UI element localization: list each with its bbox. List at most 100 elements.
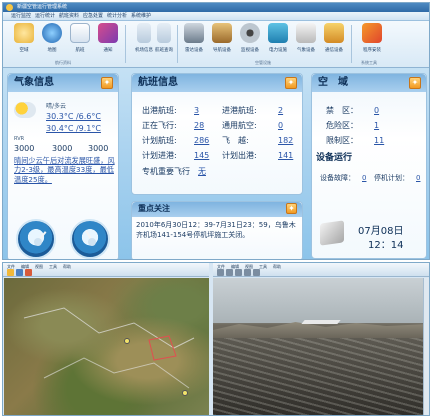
- airport-marker[interactable]: [124, 338, 130, 344]
- ribbon-button-power[interactable]: 电力设施: [265, 21, 291, 61]
- settings-icon[interactable]: ✦: [409, 77, 421, 89]
- flight-label: 出港航班:: [142, 106, 177, 115]
- ribbon-label: 通知: [103, 48, 113, 53]
- separator: [351, 25, 352, 63]
- satellite-map-view[interactable]: [4, 278, 209, 415]
- airspace-value[interactable]: 11: [374, 136, 384, 146]
- ribbon-toolbar: 空域 地图 航班 通知 航行资料 机场信息 航班查询 雷达设备 导航设备 监视设…: [3, 21, 429, 68]
- left-map-toolbar: 文件 编辑 视图 工具 帮助: [3, 263, 209, 277]
- panel-header: 航班信息 ✦: [132, 74, 302, 92]
- gauge-dial: [70, 219, 110, 259]
- settings-icon[interactable]: ✦: [285, 77, 297, 89]
- flight-value[interactable]: 0: [278, 121, 283, 131]
- menu-item[interactable]: 运行监控: [11, 12, 31, 21]
- plan-value[interactable]: 0: [416, 173, 420, 183]
- temp-line-2[interactable]: 30.4°C /9.1°C: [46, 124, 101, 134]
- flight-label: 进港航班:: [222, 106, 257, 115]
- layer-icon[interactable]: [25, 269, 32, 276]
- package-icon: [362, 23, 382, 43]
- flight-label: 计划航班:: [142, 136, 177, 145]
- ribbon-button-airspace[interactable]: 空域: [11, 21, 37, 61]
- ribbon-button-surveillance[interactable]: 监视设备: [237, 21, 263, 61]
- group-label: 空管设施: [255, 60, 271, 65]
- menu-item[interactable]: 运行统计: [35, 12, 55, 21]
- menu-item[interactable]: 帮助: [63, 263, 71, 271]
- 3d-terrain-view[interactable]: [213, 278, 429, 415]
- document-icon: [70, 23, 90, 43]
- flight-value[interactable]: 286: [194, 136, 209, 146]
- rotate-icon[interactable]: [244, 269, 251, 276]
- measure-icon[interactable]: [253, 269, 260, 276]
- ribbon-button-install[interactable]: 程序安装: [359, 21, 385, 61]
- menu-item[interactable]: 视图: [35, 263, 43, 271]
- title-bar: 新疆空管运行管理系统: [3, 3, 429, 12]
- sky-area: [213, 278, 429, 323]
- app-icon: [6, 4, 13, 11]
- globe-icon: [42, 23, 62, 43]
- gauge-dial: [16, 219, 56, 259]
- zoom-out-icon[interactable]: [226, 269, 233, 276]
- compass-icon: [14, 23, 34, 43]
- camera-icon: [212, 23, 232, 43]
- vip-flight-value[interactable]: 无: [198, 167, 206, 177]
- date-display: 07月08日: [358, 226, 404, 237]
- menu-item[interactable]: 航班资料: [59, 12, 79, 21]
- airspace-label: 禁 区：: [326, 106, 358, 115]
- ribbon-button-radar[interactable]: 雷达设备: [181, 21, 207, 61]
- menu-item[interactable]: 统计分析: [107, 12, 127, 21]
- zoom-in-icon[interactable]: [217, 269, 224, 276]
- plan-label: 停机计划：: [374, 174, 409, 182]
- scrollbar[interactable]: [423, 278, 429, 415]
- ribbon-label: 航班查询: [155, 48, 173, 53]
- ribbon-button-comm[interactable]: 通信设备: [321, 21, 347, 61]
- flight-value[interactable]: 141: [278, 151, 293, 161]
- panel-title: 重点关注: [138, 204, 170, 213]
- flight-value[interactable]: 182: [278, 136, 293, 146]
- window-title: 新疆空管运行管理系统: [17, 4, 68, 10]
- menu-item[interactable]: 工具: [49, 263, 57, 271]
- flight-value[interactable]: 28: [194, 121, 204, 131]
- airspace-panel: 空 域 ✦ 禁 区： 0 危险区： 1 限制区： 11 设备运行 设备故障： 0…: [311, 73, 427, 259]
- settings-icon[interactable]: ✦: [286, 203, 297, 214]
- forecast-text[interactable]: 晴间少云午后对流发展旺盛，风力2-3级，最高温度33度，最低温度25度。: [14, 156, 116, 196]
- runway-marker: [301, 320, 341, 324]
- fault-value[interactable]: 0: [362, 173, 366, 183]
- separator: [177, 25, 178, 63]
- ribbon-button-notice[interactable]: 通知: [95, 21, 121, 61]
- separator: [125, 25, 126, 63]
- ribbon-button-flight-query[interactable]: 航班查询: [151, 21, 177, 61]
- airspace-value[interactable]: 0: [374, 106, 379, 116]
- flight-value[interactable]: 2: [278, 106, 283, 116]
- panel-header: 气象信息 ✦: [8, 74, 118, 92]
- ribbon-button-nav[interactable]: 导航设备: [209, 21, 235, 61]
- menu-item[interactable]: 系统维护: [131, 12, 151, 21]
- ribbon-button-map[interactable]: 地图: [39, 21, 65, 61]
- settings-icon[interactable]: ✦: [101, 77, 113, 89]
- ribbon-button-flight[interactable]: 航班: [67, 21, 93, 61]
- flight-value[interactable]: 145: [194, 151, 209, 161]
- route-overlay: [23, 307, 195, 389]
- menu-item[interactable]: 工具: [259, 263, 267, 271]
- menu-item[interactable]: 应急处置: [83, 12, 103, 21]
- group-label: 系统工具: [361, 60, 377, 65]
- device-section-title: 设备运行: [316, 153, 353, 163]
- airspace-value[interactable]: 1: [374, 121, 379, 131]
- sun-cloud-icon: [14, 102, 36, 118]
- phone-icon: [296, 23, 316, 43]
- airport-marker[interactable]: [182, 390, 188, 396]
- save-icon[interactable]: [16, 269, 23, 276]
- flight-label: 计划进港:: [142, 151, 177, 160]
- flight-info-panel: 航班信息 ✦ 出港航班: 3 进港航班: 2 正在飞行: 28 通用航空: 0 …: [131, 73, 303, 195]
- panel-header: 重点关注 ✦: [132, 202, 302, 217]
- folder-icon[interactable]: [7, 269, 14, 276]
- flight-value[interactable]: 3: [194, 106, 199, 116]
- calendar-clock-icon: [320, 220, 344, 246]
- rvr-value: 3000: [14, 144, 35, 153]
- panel-header: 空 域 ✦: [312, 74, 426, 92]
- power-icon: [268, 23, 288, 43]
- bars-icon: [137, 23, 151, 43]
- pan-icon[interactable]: [235, 269, 242, 276]
- ribbon-button-weather[interactable]: 气象设备: [293, 21, 319, 61]
- temp-line-1[interactable]: 30.3°C /6.6°C: [46, 112, 101, 122]
- menu-item[interactable]: 帮助: [273, 263, 281, 271]
